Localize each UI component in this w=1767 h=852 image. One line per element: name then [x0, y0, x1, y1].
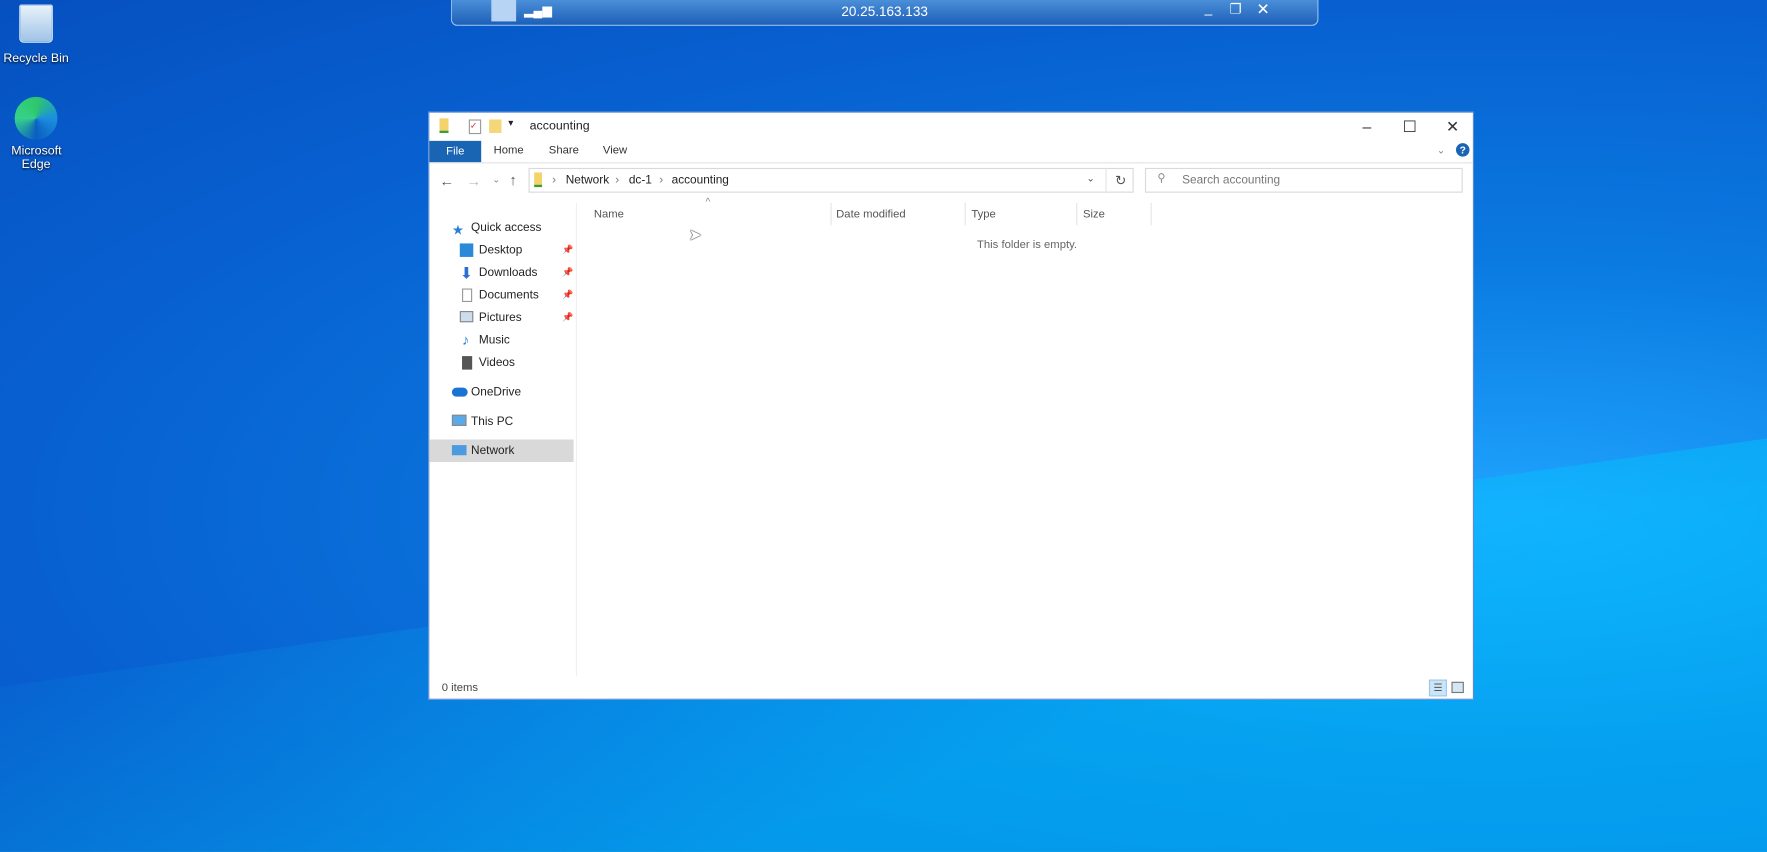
address-history-dropdown[interactable]: ⌄ — [1086, 172, 1095, 184]
music-icon: ♪ — [462, 331, 470, 349]
details-view-button[interactable]: ☰ — [1428, 679, 1447, 697]
up-button[interactable]: ↑ — [509, 171, 516, 188]
pin-icon[interactable]: 📌 — [562, 239, 573, 262]
recycle-bin-icon — [19, 4, 53, 43]
minimize-button[interactable]: – — [1346, 113, 1389, 140]
column-header-size[interactable]: Size — [1083, 206, 1105, 224]
pin-icon[interactable]: 📌 — [562, 307, 573, 330]
breadcrumb-dc-1[interactable]: dc-1 — [629, 174, 652, 188]
cloud-icon — [451, 387, 468, 397]
customize-toolbar-icon[interactable]: ▾ — [508, 117, 513, 129]
edge-icon — [14, 96, 58, 140]
ribbon-divider — [429, 162, 1473, 164]
column-header-date-modified[interactable]: Date modified — [836, 206, 906, 224]
navigation-pane: ★ Quick access Desktop 📌 ⬇ Downloads 📌 Docum… — [429, 202, 577, 677]
rdp-minimize-button[interactable]: _ — [1205, 0, 1213, 16]
nav-downloads[interactable]: ⬇ Downloads 📌 — [429, 261, 574, 284]
status-item-count: 0 items — [441, 681, 479, 695]
rdp-restore-button[interactable]: ❐ — [1229, 1, 1241, 17]
download-icon: ⬇ — [459, 263, 474, 282]
desktop-icon-recycle-bin[interactable]: Recycle Bin — [0, 4, 72, 65]
breadcrumb-separator: › — [615, 173, 620, 188]
remote-desktop-connection-bar: ▂▄▆ 20.25.163.133 _ ❐ ✕ — [450, 0, 1319, 26]
computer-icon — [451, 414, 467, 426]
network-folder-icon — [439, 118, 449, 133]
back-button[interactable]: ← — [439, 172, 454, 189]
new-folder-icon[interactable] — [489, 119, 502, 133]
sort-indicator-icon: ^ — [705, 196, 711, 208]
help-icon[interactable]: ? — [1455, 143, 1470, 157]
column-divider[interactable] — [964, 202, 966, 226]
empty-folder-message: This folder is empty. — [977, 238, 1078, 252]
nav-music[interactable]: ♪ Music — [429, 329, 573, 352]
window-title: accounting — [529, 119, 590, 133]
breadcrumb-separator: › — [552, 173, 557, 188]
expand-ribbon-icon[interactable]: ⌄ — [1437, 144, 1446, 156]
desktop-icon-edge[interactable]: Microsoft Edge — [0, 96, 72, 171]
nav-onedrive[interactable]: OneDrive — [429, 381, 573, 404]
network-location-icon — [534, 172, 543, 188]
ribbon-tab-file[interactable]: File — [429, 140, 482, 163]
desktop: Recycle Bin Microsoft Edge ▂▄▆ 20.25.163… — [0, 0, 1767, 852]
large-icons-view-button[interactable] — [1451, 681, 1464, 694]
star-icon: ★ — [451, 222, 465, 238]
refresh-button[interactable]: ↻ — [1105, 167, 1134, 193]
pin-icon[interactable]: 📌 — [562, 284, 573, 307]
nav-desktop[interactable]: Desktop 📌 — [429, 239, 574, 262]
nav-videos[interactable]: Videos — [429, 352, 573, 375]
nav-documents[interactable]: Documents 📌 — [429, 284, 574, 307]
recent-locations-button[interactable]: ⌄ — [492, 175, 500, 185]
nav-pictures[interactable]: Pictures 📌 — [429, 307, 574, 330]
document-icon — [462, 288, 473, 303]
search-icon: ⚲ — [1157, 172, 1166, 185]
nav-quick-access[interactable]: ★ Quick access — [429, 216, 573, 239]
search-placeholder: Search accounting — [1182, 173, 1281, 188]
address-bar[interactable]: › Network › dc-1 › accounting ⌄ — [528, 167, 1134, 193]
desktop-icon — [459, 243, 474, 257]
column-divider[interactable] — [830, 202, 832, 226]
rdp-close-button[interactable]: ✕ — [1257, 0, 1270, 19]
column-divider[interactable] — [1150, 202, 1152, 226]
column-header-type[interactable]: Type — [971, 206, 995, 224]
forward-button[interactable]: → — [467, 172, 482, 189]
ribbon-tab-share[interactable]: Share — [549, 141, 579, 161]
properties-icon[interactable]: ✓ — [468, 119, 482, 135]
maximize-button[interactable]: ☐ — [1388, 113, 1431, 140]
column-divider[interactable] — [1076, 202, 1078, 226]
rdp-host-address: 20.25.163.133 — [841, 3, 928, 20]
nav-network[interactable]: Network — [429, 439, 574, 463]
pictures-icon — [459, 311, 474, 323]
search-box[interactable]: ⚲ Search accounting — [1144, 167, 1463, 193]
network-icon — [451, 445, 467, 456]
breadcrumb-separator: › — [659, 173, 664, 188]
breadcrumb-network[interactable]: Network — [566, 174, 609, 188]
column-header-name[interactable]: Name — [594, 206, 624, 224]
nav-this-pc[interactable]: This PC — [429, 410, 573, 433]
ribbon-tab-view[interactable]: View — [603, 141, 627, 161]
videos-icon — [462, 356, 473, 370]
ribbon-tab-home[interactable]: Home — [494, 141, 524, 161]
close-button[interactable]: ✕ — [1431, 113, 1474, 140]
mouse-cursor: ➤ — [688, 225, 702, 244]
breadcrumb-accounting[interactable]: accounting — [672, 174, 729, 188]
file-explorer-window: ✓ ▾ accounting – ☐ ✕ File Home Share Vie… — [428, 111, 1474, 700]
pin-icon[interactable]: 📌 — [562, 261, 573, 284]
